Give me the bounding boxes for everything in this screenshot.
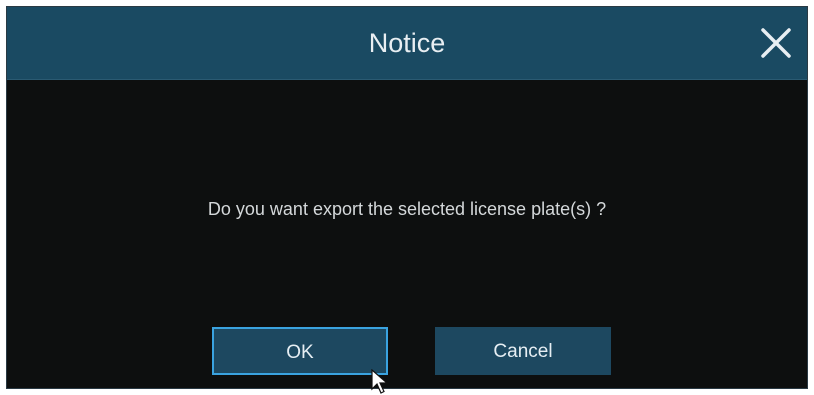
close-icon	[761, 28, 791, 58]
mouse-pointer-icon	[371, 369, 389, 394]
dialog-title: Notice	[368, 28, 446, 58]
close-button[interactable]	[757, 24, 795, 62]
dialog-message: Do you want export the selected license …	[207, 199, 607, 219]
notice-dialog: Notice Do you want export the selected l…	[6, 6, 808, 394]
cancel-button[interactable]: Cancel	[435, 327, 611, 375]
ok-button[interactable]: OK	[212, 327, 388, 375]
dialog-titlebar: Notice	[7, 7, 807, 80]
